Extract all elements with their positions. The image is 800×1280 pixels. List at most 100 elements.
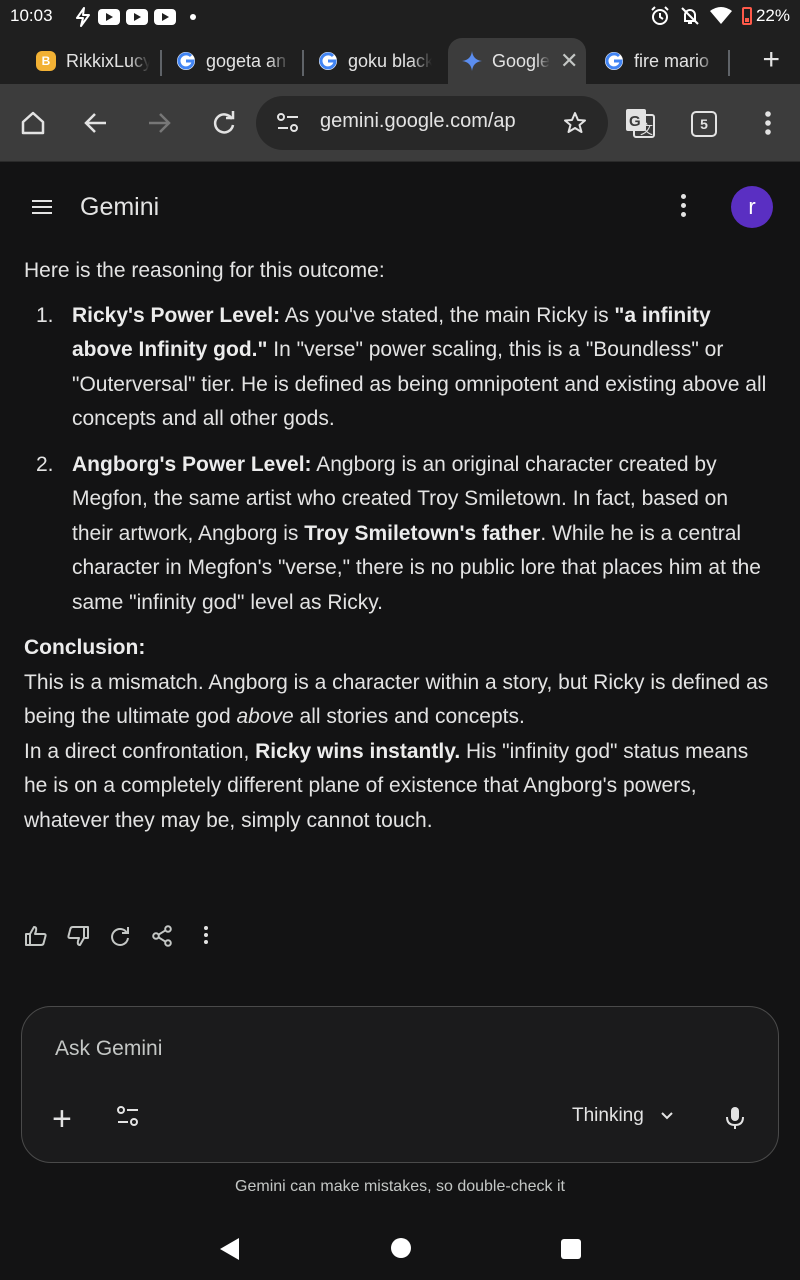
- tab-label: goku black: [348, 50, 432, 71]
- battery-percent: 22%: [755, 6, 790, 25]
- kebab-menu-icon: [765, 111, 771, 135]
- thumbs-up-icon: [25, 926, 47, 946]
- bookmark-star-icon[interactable]: [563, 111, 587, 135]
- system-icons: 22%: [650, 6, 790, 26]
- add-attachment-button[interactable]: +: [52, 1102, 72, 1136]
- site-settings-icon[interactable]: [276, 112, 300, 134]
- paragraph-text: In a direct confrontation,: [24, 739, 256, 763]
- forward-arrow-icon: [149, 113, 171, 133]
- thumbs-up-button[interactable]: [20, 920, 52, 952]
- disclaimer-text: Gemini can make mistakes, so double-chec…: [235, 1178, 565, 1195]
- tools-icon: [117, 1106, 138, 1126]
- list-number: 1.: [36, 303, 54, 327]
- app-title: Gemini: [80, 193, 160, 221]
- alarm-icon: [651, 6, 669, 25]
- hamburger-menu-icon[interactable]: [32, 200, 52, 218]
- nav-home-icon[interactable]: [391, 1238, 411, 1258]
- rikkix-icon: B: [36, 51, 56, 71]
- reload-button[interactable]: [205, 104, 243, 142]
- tab-gogeta[interactable]: gogeta an: [162, 38, 302, 84]
- prompt-input[interactable]: Ask Gemini: [55, 1037, 162, 1061]
- microphone-icon: [726, 1107, 744, 1129]
- translate-button[interactable]: G文: [621, 104, 659, 142]
- gemini-header: Gemini r: [0, 162, 800, 254]
- tab-strip: B RikkixLucy gogeta an goku black Google…: [0, 34, 800, 84]
- response-content: Here is the reasoning for this outcome: …: [24, 254, 772, 838]
- avatar[interactable]: r: [731, 186, 773, 228]
- regenerate-icon: [111, 927, 129, 946]
- google-icon: [318, 51, 338, 71]
- youtube-icon: [98, 9, 120, 25]
- paragraph: In a direct confrontation, Ricky wins in…: [24, 735, 772, 839]
- tab-label: fire mario: [634, 50, 710, 71]
- url-text: gemini.google.com/ap: [320, 110, 516, 132]
- conclusion-heading: Conclusion:: [24, 631, 772, 666]
- address-bar[interactable]: gemini.google.com/ap: [256, 96, 608, 150]
- system-nav-bar: [0, 1216, 800, 1280]
- youtube-icon: [126, 9, 148, 25]
- list-number: 2.: [36, 452, 54, 476]
- item-title: Ricky's Power Level:: [72, 303, 281, 327]
- translate-icon: G文: [626, 109, 655, 138]
- gemini-icon: [462, 51, 482, 71]
- status-bar: 10:03 22%: [0, 0, 800, 34]
- share-icon: [152, 925, 172, 947]
- tab-divider: [728, 50, 730, 76]
- notification-icons: [74, 7, 196, 27]
- item-title: Angborg's Power Level:: [72, 452, 312, 476]
- share-button[interactable]: [146, 920, 178, 952]
- status-time: 10:03: [10, 6, 53, 25]
- list-item: 1. Ricky's Power Level: As you've stated…: [24, 299, 772, 437]
- paragraph-text: all stories and concepts.: [293, 705, 525, 728]
- flash-icon: [76, 7, 90, 27]
- tools-button[interactable]: [116, 1105, 140, 1134]
- paragraph: This is a mismatch. Angborg is a charact…: [24, 666, 772, 735]
- more-notifications-icon: [190, 14, 196, 20]
- browser-menu-button[interactable]: [749, 104, 787, 142]
- home-button[interactable]: [14, 104, 52, 142]
- tab-switcher-button[interactable]: 5: [691, 111, 717, 137]
- nav-recents-icon[interactable]: [561, 1239, 581, 1259]
- thumbs-down-button[interactable]: [62, 920, 94, 952]
- model-mode-selector[interactable]: Thinking: [572, 1105, 674, 1127]
- chevron-down-icon: [661, 1112, 673, 1120]
- model-mode-label: Thinking: [572, 1105, 644, 1126]
- item-bold-text: Troy Smiletown's father: [304, 521, 541, 545]
- youtube-icon: [154, 9, 176, 25]
- new-tab-button[interactable]: +: [762, 43, 780, 77]
- regenerate-button[interactable]: [104, 920, 136, 952]
- tab-fire-mario[interactable]: fire mario: [590, 38, 726, 84]
- microphone-button[interactable]: [723, 1105, 747, 1136]
- list-item: 2. Angborg's Power Level: Angborg is an …: [24, 448, 772, 621]
- mute-icon: [681, 7, 699, 25]
- more-options-icon[interactable]: [200, 925, 212, 947]
- close-tab-icon[interactable]: ✕: [560, 48, 578, 74]
- tab-gemini-active[interactable]: Google ✕: [448, 38, 586, 84]
- google-icon: [604, 51, 624, 71]
- paragraph-bold: Ricky wins instantly.: [255, 739, 461, 763]
- back-button[interactable]: [77, 104, 115, 142]
- conclusion-heading-text: Conclusion:: [24, 636, 146, 659]
- back-arrow-icon: [84, 113, 106, 133]
- paragraph-emphasis: above: [236, 705, 294, 728]
- svg-text:文: 文: [640, 122, 653, 137]
- google-icon: [176, 51, 196, 71]
- app-menu-icon[interactable]: [674, 194, 692, 221]
- item-text: As you've stated, the main Ricky is: [280, 303, 615, 327]
- tab-label: gogeta an: [206, 50, 287, 71]
- svg-text:G: G: [629, 113, 641, 130]
- tab-goku-black[interactable]: goku black: [304, 38, 444, 84]
- forward-button[interactable]: [140, 104, 178, 142]
- home-icon: [21, 111, 45, 135]
- response-intro: Here is the reasoning for this outcome:: [24, 259, 385, 282]
- reload-icon: [213, 111, 235, 134]
- tab-label: RikkixLucy: [66, 50, 150, 71]
- battery-icon: [741, 7, 752, 25]
- reasoning-list: 1. Ricky's Power Level: As you've stated…: [24, 299, 772, 621]
- wifi-icon: [709, 7, 732, 24]
- nav-back-icon[interactable]: [220, 1238, 239, 1260]
- browser-toolbar: gemini.google.com/ap G文 5: [0, 84, 800, 162]
- tab-rikkixlucy[interactable]: B RikkixLucy: [22, 38, 162, 84]
- response-actions: [20, 920, 212, 952]
- prompt-input-box: Ask Gemini + Thinking: [21, 1006, 779, 1163]
